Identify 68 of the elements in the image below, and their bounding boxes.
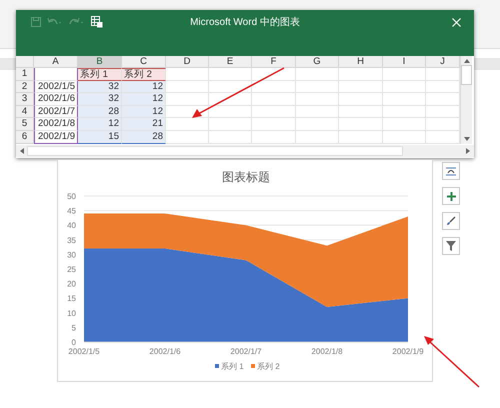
row-header[interactable]: 3 <box>16 93 34 106</box>
axis-tick-label: 15 <box>67 294 76 304</box>
row-header[interactable]: 2 <box>16 80 34 94</box>
undo-icon[interactable] <box>47 17 63 27</box>
axis-tick-label: 2002/1/9 <box>392 347 424 356</box>
table-cell: 15 <box>78 130 122 144</box>
vertical-scrollbar[interactable] <box>460 56 472 144</box>
column-header[interactable]: C <box>122 56 166 68</box>
row-header[interactable]: 4 <box>16 106 34 118</box>
select-all-corner[interactable] <box>16 56 34 68</box>
column-header[interactable]: H <box>339 56 383 68</box>
axis-tick-label: 2002/1/8 <box>311 347 343 356</box>
scroll-left-icon[interactable] <box>20 148 24 154</box>
legend-label: 系列 1 <box>221 362 244 371</box>
axis-tick-label: 30 <box>67 250 76 260</box>
column-header[interactable]: F <box>252 56 296 68</box>
column-header[interactable]: E <box>209 56 252 68</box>
table-cell: 21 <box>122 118 166 131</box>
axis-tick-label: 10 <box>67 308 76 318</box>
axis-tick-label: 25 <box>67 265 76 274</box>
save-icon[interactable] <box>31 17 41 27</box>
scrollbar-thumb[interactable] <box>27 146 403 156</box>
column-header[interactable]: B <box>78 56 122 68</box>
layout-icon[interactable] <box>442 162 460 180</box>
table-cell: 32 <box>78 80 122 94</box>
table-cell: 12 <box>122 80 166 94</box>
axis-tick-label: 35 <box>67 236 76 245</box>
axis-tick-label: 0 <box>72 338 76 347</box>
table-cell: 12 <box>78 118 122 131</box>
table-cell: 28 <box>78 106 122 118</box>
brush-icon[interactable] <box>442 212 460 230</box>
window-title: Microsoft Word 中的图表 <box>190 16 300 29</box>
table-cell: 系列 2 <box>122 68 166 81</box>
table-cell: 12 <box>122 106 166 118</box>
filter-icon[interactable] <box>442 237 460 255</box>
column-header[interactable]: D <box>166 56 209 68</box>
axis-tick-label: 40 <box>67 221 76 230</box>
axis-tick-label: 2002/1/6 <box>149 347 181 356</box>
column-header[interactable]: G <box>296 56 339 68</box>
legend-label: 系列 2 <box>257 362 280 371</box>
scroll-down-icon[interactable] <box>464 137 470 141</box>
redo-icon[interactable] <box>69 17 85 27</box>
row-header[interactable]: 1 <box>16 68 34 81</box>
axis-tick-label: 5 <box>72 323 76 332</box>
table-cell: 12 <box>122 93 166 106</box>
axis-tick-label: 50 <box>67 192 76 201</box>
table-cell: 28 <box>122 130 166 144</box>
chart-title: 图表标题 <box>222 170 270 184</box>
spreadsheet-icon[interactable] <box>91 16 103 28</box>
axis-tick-label: 2002/1/5 <box>68 347 100 356</box>
axis-tick-label: 2002/1/7 <box>230 347 262 356</box>
column-header[interactable]: J <box>426 56 460 68</box>
axis-tick-label: 45 <box>67 206 76 216</box>
table-cell: 32 <box>78 93 122 106</box>
row-header[interactable]: 6 <box>16 130 34 144</box>
column-header[interactable]: A <box>34 56 78 68</box>
plus-icon[interactable] <box>442 187 460 205</box>
close-icon[interactable] <box>452 18 461 27</box>
row-header[interactable]: 5 <box>16 118 34 131</box>
annotation-arrow <box>422 334 482 390</box>
horizontal-scrollbar[interactable] <box>16 145 474 157</box>
scroll-right-icon[interactable] <box>466 148 470 154</box>
axis-tick-label: 20 <box>67 280 76 289</box>
scroll-up-icon[interactable] <box>464 59 470 63</box>
column-header[interactable]: I <box>383 56 426 68</box>
scrollbar-thumb[interactable] <box>461 65 472 85</box>
table-cell: 系列 1 <box>78 68 122 81</box>
chart-area[interactable]: 图表标题 0 5 10 15 20 25 30 35 40 45 50 2002/1/5 2002/1/6 2002/1/7 2002/1/8 2002/1/9 系列 1 系列 2 <box>57 160 433 382</box>
